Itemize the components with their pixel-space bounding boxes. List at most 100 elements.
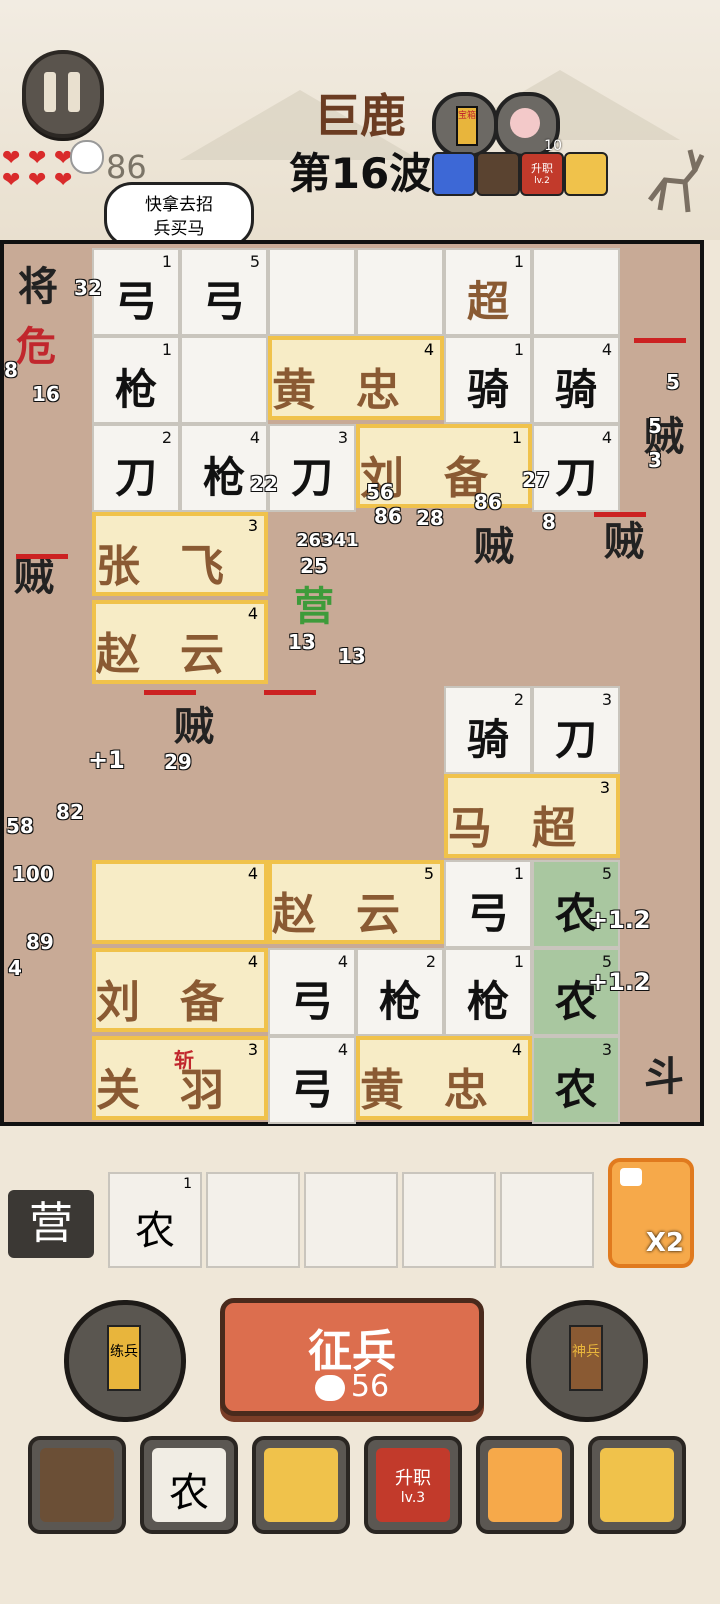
recruit-button[interactable]: 征兵 56 (220, 1298, 484, 1416)
empty-tile[interactable] (532, 248, 620, 336)
enemy-unit: 贼 (474, 523, 514, 570)
damage-number: 27 (522, 468, 550, 492)
unit-tile[interactable]: 枪2 (356, 948, 444, 1036)
camp-button[interactable]: 营 (8, 1190, 94, 1258)
divine-weapon-button[interactable]: 神兵 (526, 1300, 648, 1422)
hero-tile[interactable]: 黄忠 4 (268, 336, 444, 420)
enemy-unit: 贼 (174, 703, 214, 750)
hero-tile[interactable]: 张飞 3 (92, 512, 268, 596)
damage-number: 56 (366, 480, 394, 504)
rank-up-card[interactable]: 升职 lv.3 (364, 1436, 462, 1534)
treasure-chest-icon[interactable]: 宝箱 (432, 92, 498, 158)
enemy-unit: 贼 (604, 518, 644, 565)
camp-slot[interactable] (206, 1172, 300, 1268)
damage-number: 13 (288, 630, 316, 654)
damage-number: 86 (374, 504, 402, 528)
hero-tile[interactable]: 刘备 4 (92, 948, 268, 1032)
double-dig-button[interactable]: X2 (608, 1158, 694, 1268)
enemy-unit: 斗 (644, 1053, 684, 1100)
fire-icon (488, 1448, 562, 1522)
coin-gain: +1.2 (588, 968, 651, 996)
unit-tile[interactable]: 农5 (532, 860, 620, 948)
damage-number: 4 (8, 956, 22, 980)
unit-tile[interactable]: 枪1 (444, 948, 532, 1036)
unit-tile[interactable]: 骑2 (444, 686, 532, 774)
damage-number: 26341 (296, 530, 359, 551)
meteor-card[interactable] (476, 1436, 574, 1534)
deer-icon (640, 140, 710, 220)
unit-tile[interactable]: 刀2 (92, 424, 180, 512)
damage-number: 16 (32, 382, 60, 406)
coin-icon (314, 1374, 345, 1401)
damage-number: 5 (666, 370, 680, 394)
hero-tile[interactable]: 4 (92, 860, 268, 944)
empty-tile[interactable] (268, 248, 356, 336)
pause-button[interactable] (22, 50, 104, 138)
gold-dig-card[interactable] (252, 1436, 350, 1534)
enemy-unit: 将 (18, 263, 58, 310)
potato-card[interactable] (28, 1436, 126, 1534)
shovel-icon[interactable] (564, 152, 608, 196)
damage-number: 29 (164, 750, 192, 774)
video-icon (620, 1168, 642, 1186)
recruit-cost: 56 (350, 1369, 390, 1404)
slash-effect: 斩 (174, 1048, 194, 1072)
damage-number: 86 (474, 490, 502, 514)
damage-number: 25 (300, 554, 328, 578)
health-bar (264, 690, 316, 695)
hero-tile[interactable]: 黄忠 4 (356, 1036, 532, 1120)
camp-slot[interactable]: 农 1 (108, 1172, 202, 1268)
unit-tile[interactable]: 弓1 (92, 248, 180, 336)
camp-slot[interactable] (304, 1172, 398, 1268)
unit-tile[interactable]: 枪1 (92, 336, 180, 424)
coin-gain: +1.2 (588, 906, 651, 934)
health-bar (16, 554, 68, 559)
coin-icon (70, 140, 104, 174)
unit-tile[interactable]: 刀3 (532, 686, 620, 774)
potato-icon[interactable] (476, 152, 520, 196)
unit-tile[interactable]: 超1 (444, 248, 532, 336)
unit-tile[interactable]: 刀3 (268, 424, 356, 512)
camp-slot[interactable] (402, 1172, 496, 1268)
boss-name: 巨鹿 (314, 89, 406, 143)
empty-tile[interactable] (356, 248, 444, 336)
health-bar (144, 690, 196, 695)
empty-tile[interactable] (180, 336, 268, 424)
unit-tile[interactable]: 枪4 (180, 424, 268, 512)
damage-number: 32 (74, 276, 102, 300)
dice-icon[interactable] (432, 152, 476, 196)
unit-tile[interactable]: 农3 (532, 1036, 620, 1124)
damage-number: 22 (250, 472, 278, 496)
coin-gain: +1 (88, 746, 125, 774)
shovel-card[interactable] (588, 1436, 686, 1534)
camp-slot[interactable] (500, 1172, 594, 1268)
peach-icon[interactable]: 10 (494, 92, 562, 158)
hero-tile[interactable]: 马超 3 (444, 774, 620, 858)
damage-number: 28 (416, 506, 444, 530)
unit-tile[interactable]: 弓4 (268, 1036, 356, 1124)
unit-tile[interactable]: 弓1 (444, 860, 532, 948)
coin-count: 86 (106, 148, 147, 186)
farmer-card[interactable]: 农 (140, 1436, 238, 1534)
unit-tile[interactable]: 弓4 (268, 948, 356, 1036)
damage-number: 100 (12, 862, 54, 886)
unit-tile[interactable]: 弓5 (180, 248, 268, 336)
unit-tile[interactable]: 骑1 (444, 336, 532, 424)
rank-up-icon[interactable]: 升职 lv.2 (520, 152, 564, 196)
hero-tile[interactable]: 赵云 4 (92, 600, 268, 684)
game-board: 弓1 弓5 超1 枪1 黄忠 4 骑1 骑4 刀2 枪4 刀3 刘备 1 刀4 张飞… (0, 240, 704, 1126)
damage-number: 5 (648, 414, 662, 438)
enemy-unit: 贼 (14, 553, 54, 600)
enemy-unit: 营 (294, 583, 334, 630)
damage-number: 13 (338, 644, 366, 668)
train-troops-button[interactable]: 练兵 (64, 1300, 186, 1422)
pause-icon (44, 72, 56, 112)
pause-icon (68, 72, 80, 112)
hero-tile[interactable]: 赵云 5 (268, 860, 444, 944)
danger-marker: 危 (16, 323, 56, 370)
unit-tile[interactable]: 骑4 (532, 336, 620, 424)
shovel-icon (600, 1448, 674, 1522)
shovel-icon (264, 1448, 338, 1522)
wave-counter: 第16波 (288, 149, 432, 198)
damage-number: 8 (542, 510, 556, 534)
